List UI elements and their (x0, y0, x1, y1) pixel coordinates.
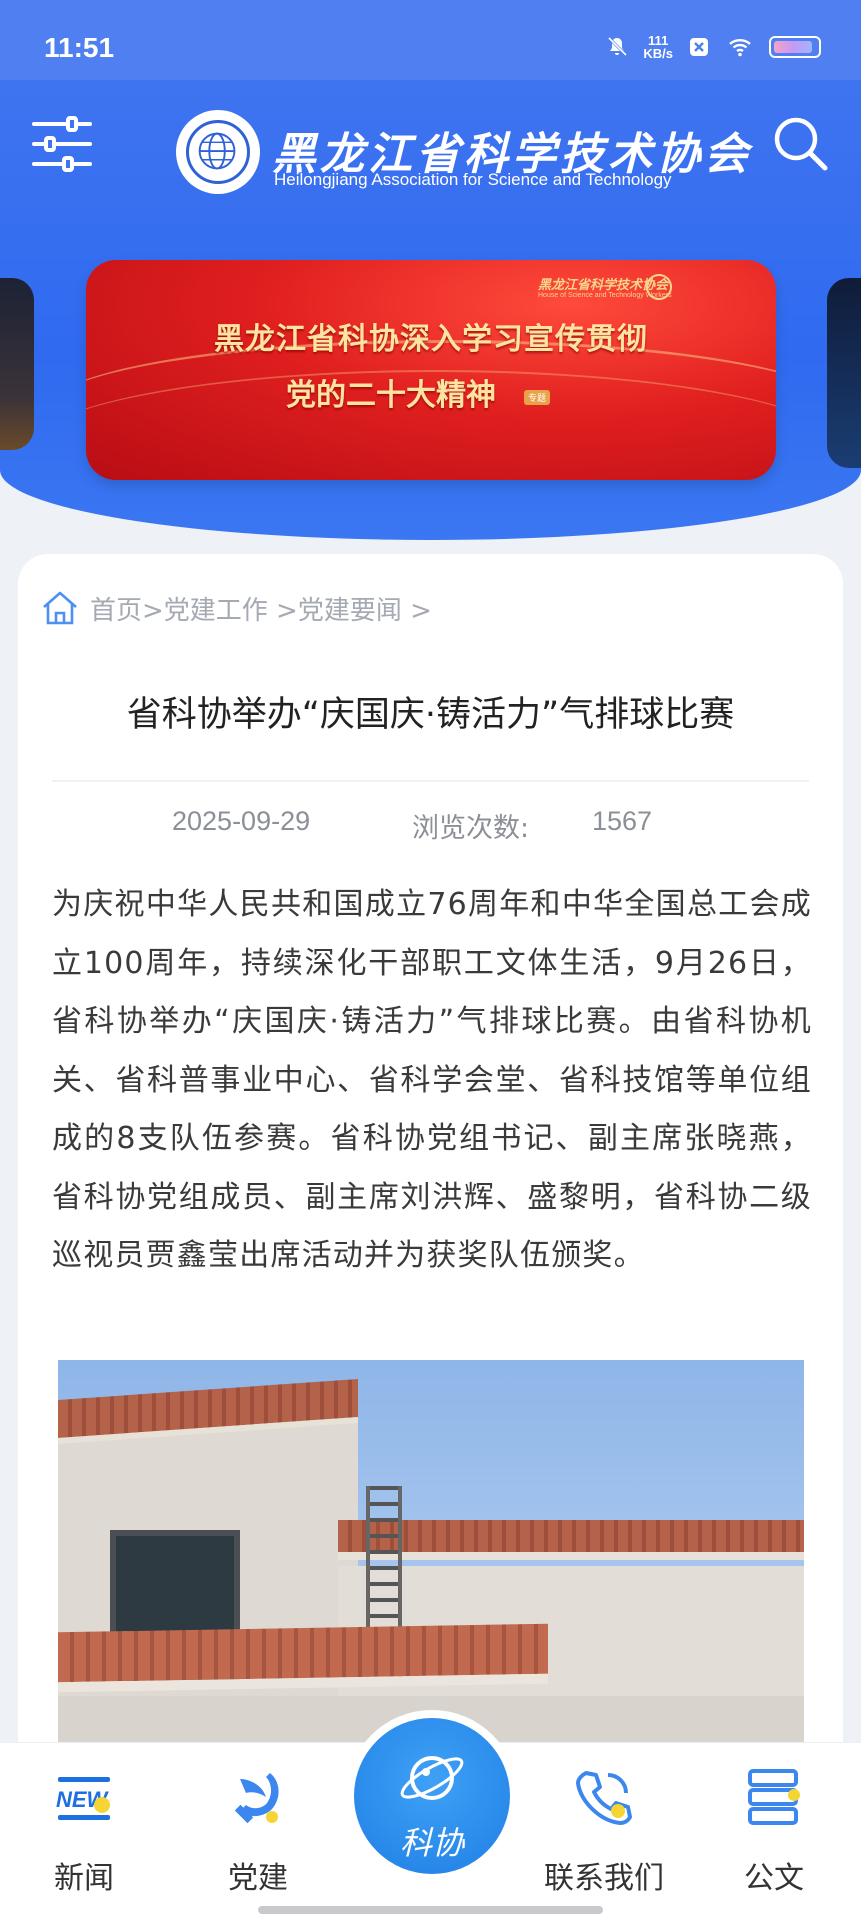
phone-icon (576, 1771, 632, 1825)
photo-roof (338, 1520, 804, 1560)
publish-date: 2025-09-29 (172, 806, 311, 836)
documents-icon (748, 1769, 800, 1825)
photo-roof (58, 1623, 548, 1693)
home-indicator[interactable] (258, 1906, 603, 1914)
planet-icon (400, 1756, 464, 1800)
wifi-icon (729, 39, 751, 57)
views-count: 1567 (592, 806, 653, 836)
filter-menu-icon[interactable] (30, 114, 94, 174)
nav-label: 公文 (744, 1861, 804, 1896)
divider (52, 780, 809, 782)
breadcrumb[interactable]: 首页>党建工作 >党建要闻 > (90, 590, 432, 627)
status-time: 11:51 (44, 32, 115, 63)
nav-label: 新闻 (54, 1861, 114, 1896)
network-speed-unit: KB/s (643, 46, 673, 61)
globe-emblem-icon (186, 120, 250, 184)
nav-item-party[interactable]: 党建 (188, 1743, 328, 1896)
party-emblem-icon (234, 1773, 279, 1824)
banner-org-name: 黑龙江省科学技术协会 (538, 278, 669, 293)
news-icon: NEW (56, 1777, 110, 1820)
banner-tag: 专题 (524, 390, 551, 405)
status-icons: 111 KB/s (605, 34, 821, 60)
nav-label: 党建 (228, 1861, 288, 1896)
carousel-next-slide[interactable] (827, 278, 861, 468)
header: 黑龙江省科学技术协会 Heilongjiang Association for … (0, 80, 861, 540)
mute-bell-icon (608, 36, 628, 57)
org-name-en: Heilongjiang Association for Science and… (274, 170, 672, 189)
banner-org-name-en: House of Science and Technology Workers (538, 292, 672, 299)
nav-item-news[interactable]: NEW 新闻 (14, 1743, 154, 1896)
battery-level (774, 41, 812, 53)
center-fab-label: 科协 (399, 1824, 464, 1862)
banner-title-line2: 党的二十大精神 (286, 378, 496, 413)
carousel-prev-slide[interactable] (0, 278, 34, 450)
nav-label: 联系我们 (544, 1861, 664, 1896)
views-label: 浏览次数: (412, 813, 530, 844)
center-fab-button: 科协 (354, 1718, 510, 1874)
feature-banner[interactable]: 黑龙江省科学技术协会 House of Science and Technolo… (86, 260, 776, 480)
network-speed: 111 KB/s (643, 34, 673, 60)
org-logo (176, 110, 260, 194)
status-bar: 11:51 111 KB/s (0, 0, 861, 80)
notification-app-icon (690, 38, 708, 56)
battery-icon (769, 36, 821, 58)
article-title: 省科协举办“庆国庆·铸活力”气排球比赛 (126, 695, 735, 735)
nav-item-contact[interactable]: 联系我们 (534, 1743, 674, 1896)
nav-item-kexie[interactable]: 科协 (346, 1710, 518, 1882)
banner-title-line1: 黑龙江省科协深入学习宣传贯彻 (214, 322, 648, 357)
nav-item-documents[interactable]: 公文 (704, 1743, 844, 1896)
article-body: 为庆祝中华人民共和国成立76周年和中华全国总工会成立100周年，持续深化干部职工… (52, 887, 812, 1273)
search-icon[interactable] (771, 114, 831, 174)
home-icon[interactable] (40, 588, 80, 628)
